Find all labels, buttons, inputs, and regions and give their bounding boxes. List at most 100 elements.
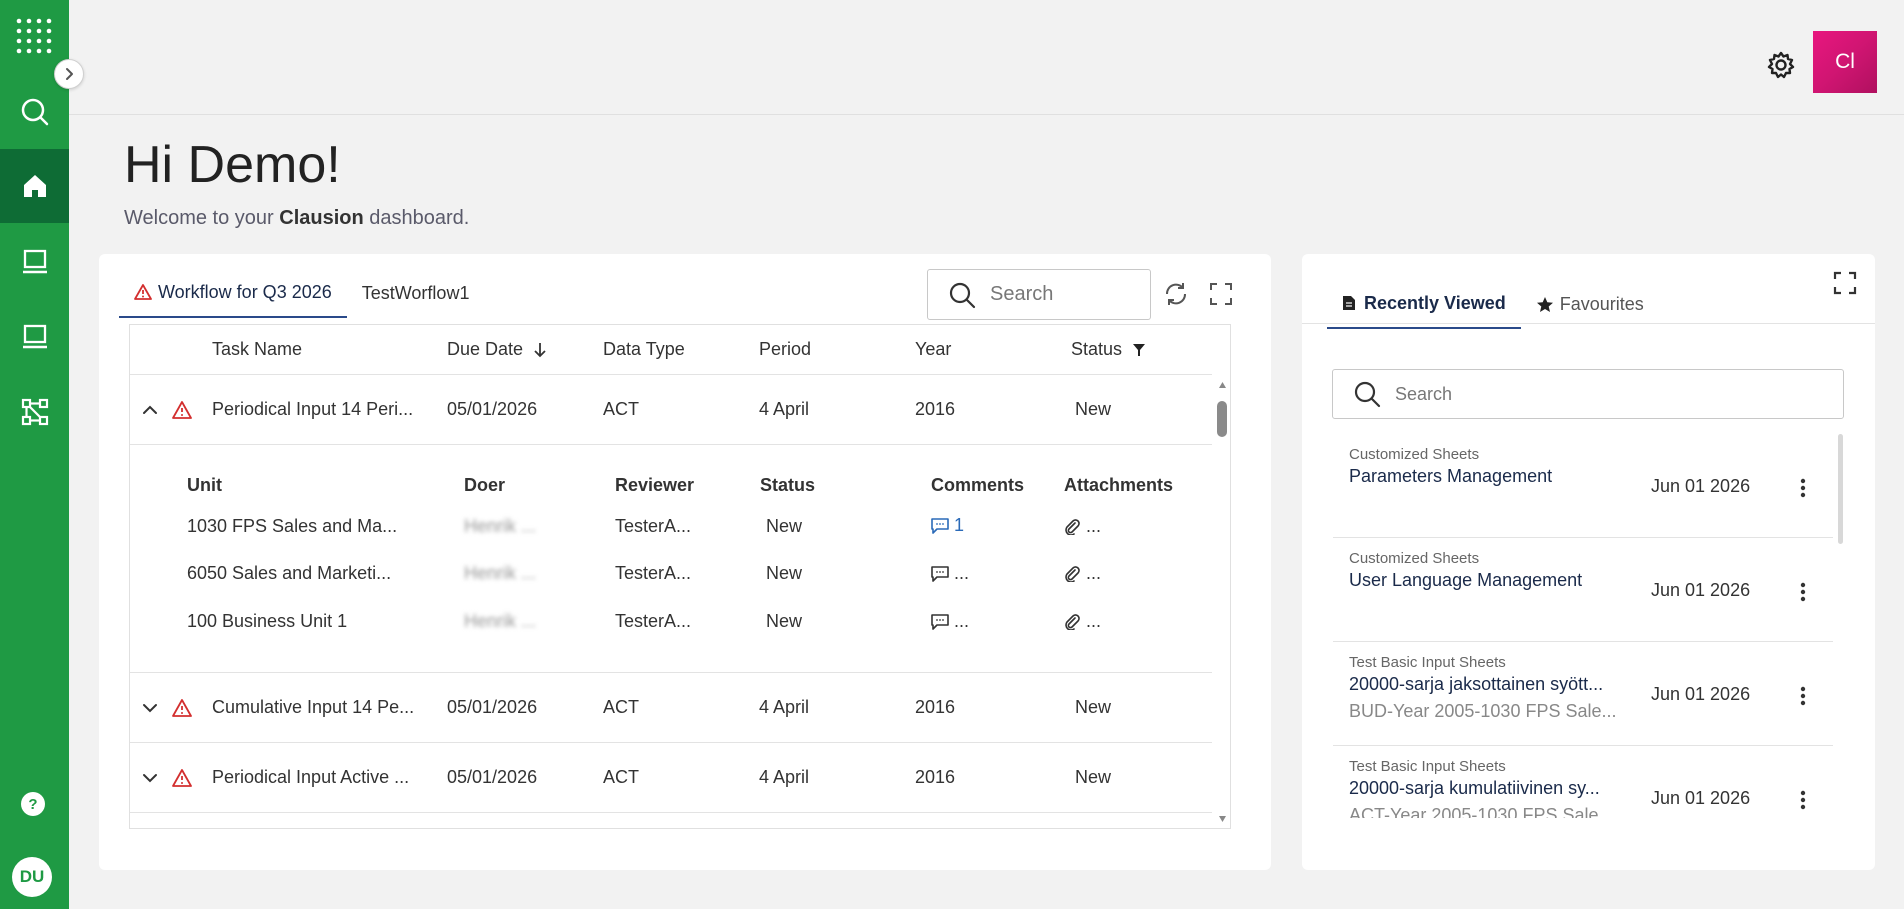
- year: 2016: [915, 767, 956, 787]
- user-avatar[interactable]: Cl: [1813, 31, 1877, 93]
- due-date: 05/01/2026: [447, 399, 538, 419]
- comments-button[interactable]: ...: [931, 611, 969, 632]
- item-title[interactable]: 20000-sarja kumulatiivinen sy...: [1349, 778, 1600, 799]
- table-scrollbar[interactable]: [1212, 377, 1230, 827]
- data-type: ACT: [603, 767, 639, 787]
- table-row[interactable]: Periodical Input Active ... 05/01/2026 A…: [130, 743, 1212, 813]
- sub-status: New: [766, 563, 803, 583]
- due-date: 05/01/2026: [447, 697, 538, 717]
- warning-icon: [172, 375, 192, 444]
- workflow-card: Workflow for Q3 2026 TestWorflow1 Search…: [99, 254, 1271, 870]
- task-name: Periodical Input 14 Peri...: [212, 399, 414, 419]
- more-vert-icon[interactable]: [1791, 474, 1815, 502]
- item-date: Jun 01 2026: [1651, 788, 1751, 808]
- list-item[interactable]: Test Basic Input Sheets 20000-sarja kumu…: [1333, 746, 1833, 818]
- period: 4 April: [759, 399, 810, 419]
- tab-workflow-q3[interactable]: Workflow for Q3 2026: [119, 268, 347, 318]
- table-row[interactable]: Periodical Input 14 Peri... 05/01/2026 A…: [130, 375, 1212, 445]
- sub-unit: 6050 Sales and Marketi...: [187, 563, 392, 583]
- filter-icon: [1133, 343, 1146, 356]
- item-category: Test Basic Input Sheets: [1349, 654, 1506, 671]
- comments-button[interactable]: 1: [931, 515, 964, 536]
- recent-list: Customized Sheets Parameters Management …: [1333, 434, 1833, 818]
- attachments-button[interactable]: ...: [1064, 611, 1101, 632]
- attachments-button[interactable]: ...: [1064, 563, 1101, 584]
- item-category: Customized Sheets: [1349, 550, 1480, 567]
- comments-button[interactable]: ...: [931, 563, 969, 584]
- item-title[interactable]: 20000-sarja jaksottainen syött...: [1349, 674, 1603, 695]
- col-doer: Doer: [464, 475, 506, 495]
- document-icon: [1343, 296, 1355, 310]
- item-subtitle: BUD-Year 2005-1030 FPS Sale...: [1349, 701, 1617, 721]
- scroll-thumb[interactable]: [1217, 401, 1227, 437]
- expand-chevron-icon[interactable]: [142, 673, 158, 742]
- task-name: Cumulative Input 14 Pe...: [212, 697, 415, 717]
- item-category: Test Basic Input Sheets: [1349, 758, 1506, 775]
- col-comments: Comments: [931, 475, 1025, 495]
- year: 2016: [915, 697, 956, 717]
- warning-icon: [172, 743, 192, 812]
- laptop-alt-icon[interactable]: [0, 300, 69, 374]
- workflow-search-input[interactable]: Search: [927, 269, 1151, 320]
- more-vert-icon[interactable]: [1791, 578, 1815, 606]
- collapse-chevron-icon[interactable]: [142, 375, 158, 444]
- gear-icon[interactable]: [1766, 50, 1796, 80]
- more-vert-icon[interactable]: [1791, 682, 1815, 710]
- col-period[interactable]: Period: [759, 325, 811, 374]
- home-icon[interactable]: [0, 149, 69, 223]
- item-title[interactable]: Parameters Management: [1349, 466, 1552, 487]
- year: 2016: [915, 399, 956, 419]
- sidebar: ? DU: [0, 0, 69, 909]
- tab-test-workflow[interactable]: TestWorflow1: [347, 268, 485, 318]
- col-due-date[interactable]: Due Date: [447, 325, 547, 374]
- status: New: [1075, 697, 1112, 717]
- recent-scrollbar[interactable]: [1838, 434, 1843, 544]
- item-title[interactable]: User Language Management: [1349, 570, 1582, 591]
- item-category: Customized Sheets: [1349, 446, 1480, 463]
- search-icon[interactable]: [0, 75, 69, 149]
- refresh-icon[interactable]: [1162, 280, 1190, 308]
- expand-icon[interactable]: [1831, 269, 1859, 297]
- sub-doer: Henrik ...: [464, 611, 537, 631]
- attachments-button[interactable]: ...: [1064, 516, 1101, 537]
- period: 4 April: [759, 697, 810, 717]
- more-vert-icon[interactable]: [1791, 786, 1815, 814]
- sidebar-avatar[interactable]: DU: [12, 857, 52, 897]
- sort-down-icon: [534, 342, 546, 357]
- expand-chevron-icon[interactable]: [142, 743, 158, 812]
- warning-icon: [172, 673, 192, 742]
- col-data-type[interactable]: Data Type: [603, 325, 685, 374]
- list-item[interactable]: Test Basic Input Sheets 20000-sarja jaks…: [1333, 642, 1833, 746]
- data-type: ACT: [603, 399, 639, 419]
- laptop-icon[interactable]: [0, 225, 69, 299]
- help-icon[interactable]: ?: [21, 792, 45, 816]
- workflow-table: Task Name Due Date Data Type Period Year…: [129, 324, 1231, 829]
- sub-status: New: [766, 611, 803, 631]
- subtask-table: Unit Doer Reviewer Status Comments Attac…: [130, 445, 1212, 673]
- data-type: ACT: [603, 697, 639, 717]
- recent-search-input[interactable]: Search: [1332, 369, 1844, 419]
- list-item[interactable]: Customized Sheets User Language Manageme…: [1333, 538, 1833, 642]
- sub-reviewer: TesterA...: [615, 516, 692, 536]
- col-year[interactable]: Year: [915, 325, 951, 374]
- scroll-up-icon: [1219, 382, 1226, 388]
- col-task-name[interactable]: Task Name: [212, 325, 302, 374]
- col-sub-status: Status: [760, 475, 816, 495]
- tab-favourites[interactable]: Favourites: [1521, 279, 1659, 329]
- comment-icon: [931, 565, 949, 582]
- list-item[interactable]: Customized Sheets Parameters Management …: [1333, 434, 1833, 538]
- sub-unit: 100 Business Unit 1: [187, 611, 348, 631]
- workflow-icon[interactable]: [0, 375, 69, 449]
- expand-icon[interactable]: [1207, 280, 1235, 308]
- sub-reviewer: TesterA...: [615, 611, 692, 631]
- table-row[interactable]: Cumulative Input 14 Pe... 05/01/2026 ACT…: [130, 673, 1212, 743]
- status: New: [1075, 399, 1112, 419]
- sidebar-toggle-button[interactable]: [54, 59, 84, 89]
- status: New: [1075, 767, 1112, 787]
- col-status[interactable]: Status: [1071, 325, 1146, 374]
- col-unit: Unit: [187, 475, 222, 495]
- item-date: Jun 01 2026: [1651, 580, 1751, 600]
- top-bar: [69, 0, 1904, 115]
- sub-unit: 1030 FPS Sales and Ma...: [187, 516, 398, 536]
- tab-recently-viewed[interactable]: Recently Viewed: [1327, 279, 1521, 329]
